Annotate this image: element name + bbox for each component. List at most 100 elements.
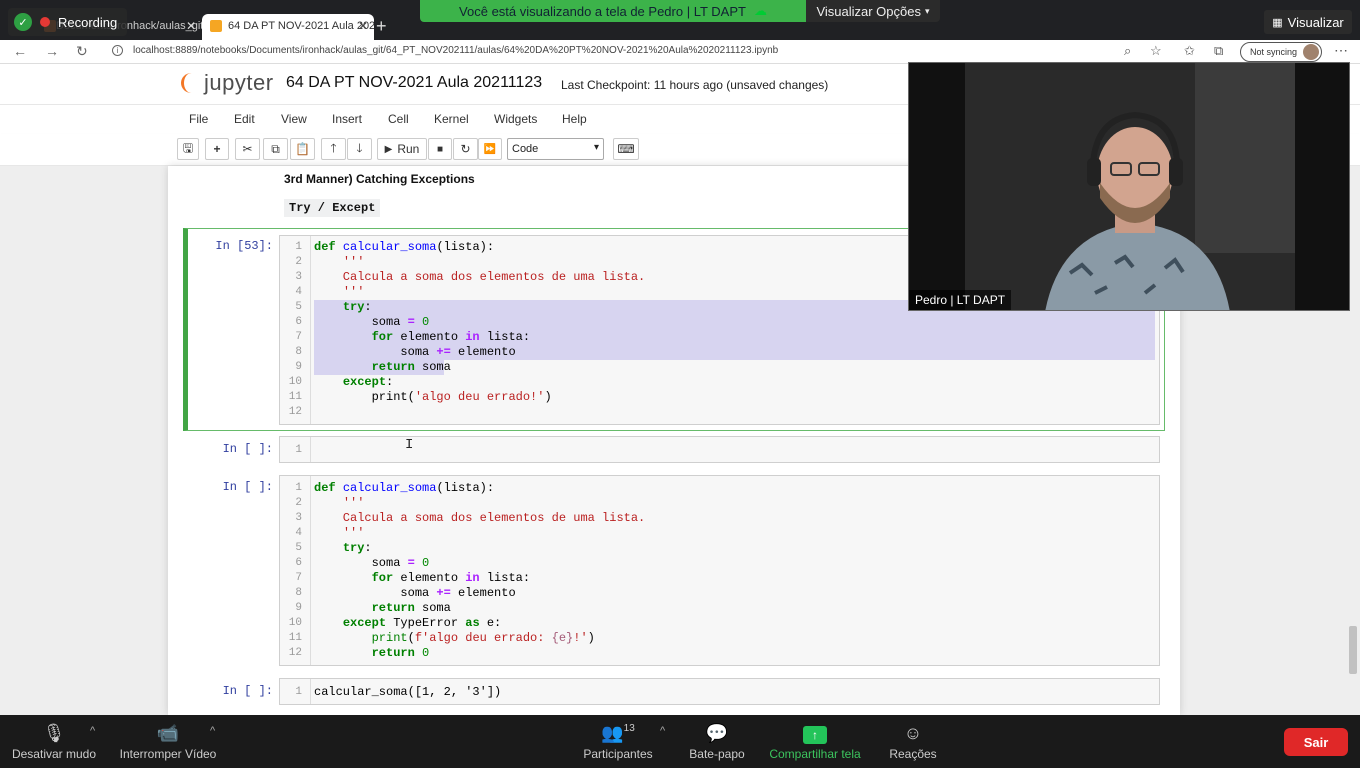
move-down-button[interactable]: 🡓 [347, 138, 372, 160]
view-options-label: Visualizar Opções [816, 3, 921, 19]
notebook-favicon-icon [210, 20, 222, 32]
cell-type-select[interactable]: Code ▾ [507, 138, 604, 160]
insert-cell-button[interactable]: + [205, 138, 229, 160]
tab-title: 64 DA PT NOV-2021 Aula 20211 [228, 20, 374, 32]
meeting-controls: 🎙 Desativar mudo ^ 📹 Interromper Vídeo ^… [0, 715, 1360, 768]
info-icon[interactable]: i [112, 45, 123, 56]
chat-label: Bate-papo [689, 747, 745, 761]
menu-widgets[interactable]: Widgets [494, 112, 537, 126]
view-button-label: Visualizar [1287, 14, 1344, 30]
cell-prompt: In [53]: [215, 239, 273, 253]
arrow-up-icon: 🡑 [330, 140, 337, 155]
menu-file[interactable]: File [189, 112, 208, 126]
run-label: Run [397, 142, 420, 156]
notebook-title[interactable]: 64 DA PT NOV-2021 Aula 20211123 [286, 74, 542, 92]
cloud-icon: ☁ [753, 3, 767, 18]
presenter-silhouette [965, 63, 1295, 310]
markdown-heading: 3rd Manner) Catching Exceptions [284, 172, 475, 186]
jupyter-logo-icon [180, 70, 200, 96]
view-button[interactable]: ▦ Visualizar [1264, 10, 1352, 34]
arrow-down-icon: 🡓 [356, 140, 363, 155]
participant-video[interactable]: Pedro | LT DAPT [908, 62, 1350, 311]
bookmark-star-icon[interactable]: ☆ [1150, 43, 1162, 59]
muted-mic-icon: 🎙 [42, 723, 66, 743]
url-field[interactable]: localhost:8889/notebooks/Documents/ironh… [133, 45, 778, 56]
chevron-up-icon[interactable]: ^ [660, 725, 665, 737]
participants-icon: 👥13 [601, 723, 635, 743]
menu-kernel[interactable]: Kernel [434, 112, 469, 126]
run-button[interactable]: ▶ Run [377, 138, 427, 160]
reload-icon[interactable]: ↻ [76, 43, 88, 60]
play-icon: ▶ [384, 143, 393, 155]
recording-indicator: ✓ Recording [8, 8, 128, 36]
scrollbar-thumb[interactable] [1349, 626, 1357, 674]
chat-button[interactable]: 💬 Bate-papo [686, 723, 748, 761]
share-screen-button[interactable]: ↑ Compartilhar tela [766, 723, 864, 761]
favorites-icon[interactable]: ✩ [1184, 43, 1195, 59]
selection-highlight [314, 315, 1155, 330]
video-feed [965, 63, 1295, 310]
plus-icon: + [213, 142, 221, 156]
browser-tabstrip: Documents/ironhack/aulas_git/6 ✕ 64 DA P… [0, 0, 1360, 40]
browser-tab-active[interactable]: 64 DA PT NOV-2021 Aula 20211 ✕ [202, 14, 374, 40]
sync-status-button[interactable]: Not syncing [1240, 42, 1322, 62]
chevron-down-icon: ▾ [925, 5, 930, 16]
unmute-label: Desativar mudo [11, 747, 97, 761]
close-icon[interactable]: ✕ [358, 19, 368, 33]
smiley-icon: ☺ [903, 723, 923, 743]
jupyter-logo-text: jupyter [204, 70, 274, 95]
markdown-inline-code: Try / Except [284, 199, 381, 217]
chat-icon: 💬 [705, 723, 729, 743]
recording-label: Recording [58, 14, 118, 30]
menu-edit[interactable]: Edit [234, 112, 255, 126]
collections-icon[interactable]: ⧉ [1214, 43, 1223, 59]
menu-view[interactable]: View [281, 112, 307, 126]
command-palette-button[interactable]: ⌨ [613, 138, 639, 160]
view-options-button[interactable]: Visualizar Opções ▾ [806, 0, 940, 22]
code-editor[interactable]: 1 calcular_soma([1, 2, '3']) [279, 678, 1160, 705]
participants-count: 13 [623, 723, 635, 734]
shield-icon: ✓ [14, 13, 32, 31]
cell-prompt: In [ ]: [222, 684, 273, 698]
reactions-button[interactable]: ☺ Reações [888, 723, 938, 761]
sync-status-label: Not syncing [1250, 47, 1298, 57]
interrupt-button[interactable]: ■ [428, 138, 452, 160]
restart-button[interactable]: ↻ [453, 138, 478, 160]
menu-insert[interactable]: Insert [332, 112, 362, 126]
new-tab-icon[interactable]: + [376, 16, 387, 37]
record-dot-icon [40, 17, 50, 27]
move-up-button[interactable]: 🡑 [321, 138, 346, 160]
chevron-up-icon[interactable]: ^ [90, 725, 95, 737]
stop-video-label: Interromper Vídeo [119, 747, 217, 761]
fast-forward-icon: ⏩ [483, 143, 497, 155]
participants-label: Participantes [583, 747, 653, 761]
camera-icon: 📹 [156, 723, 180, 743]
share-screen-label: Compartilhar tela [769, 747, 861, 761]
chevron-down-icon: ▾ [593, 142, 599, 153]
menu-cell[interactable]: Cell [388, 112, 409, 126]
restart-run-all-button[interactable]: ⏩ [478, 138, 502, 160]
menu-help[interactable]: Help [562, 112, 587, 126]
leave-button[interactable]: Sair [1284, 728, 1348, 756]
unmute-button[interactable]: 🎙 Desativar mudo [10, 723, 98, 761]
checkpoint-status: Last Checkpoint: 11 hours ago (unsaved c… [561, 78, 829, 92]
zoom-icon[interactable]: ⌕ [1124, 43, 1131, 59]
restart-icon: ↻ [460, 142, 471, 156]
save-icon: 🖫 [182, 140, 194, 155]
copy-button[interactable]: ⧉ [263, 138, 288, 160]
jupyter-logo[interactable]: jupyter [180, 70, 274, 96]
chevron-up-icon[interactable]: ^ [210, 725, 215, 737]
back-icon[interactable]: ← [13, 43, 27, 59]
participants-button[interactable]: 👥13 Participantes [580, 723, 656, 761]
forward-icon[interactable]: → [45, 43, 59, 59]
close-icon[interactable]: ✕ [186, 19, 196, 33]
more-menu-icon[interactable]: ⋯ [1334, 42, 1348, 59]
cell-type-value: Code [512, 143, 539, 155]
stop-video-button[interactable]: 📹 Interromper Vídeo [116, 723, 220, 761]
cut-button[interactable]: ✂ [235, 138, 260, 160]
share-arrow-icon: ↑ [803, 726, 827, 744]
save-button[interactable]: 🖫 [177, 138, 199, 160]
copy-icon: ⧉ [271, 141, 280, 156]
paste-button[interactable]: 📋 [290, 138, 315, 160]
code-editor[interactable]: 1 def calcular_soma(lista): 2 ''' 3 Calcu… [279, 475, 1160, 666]
